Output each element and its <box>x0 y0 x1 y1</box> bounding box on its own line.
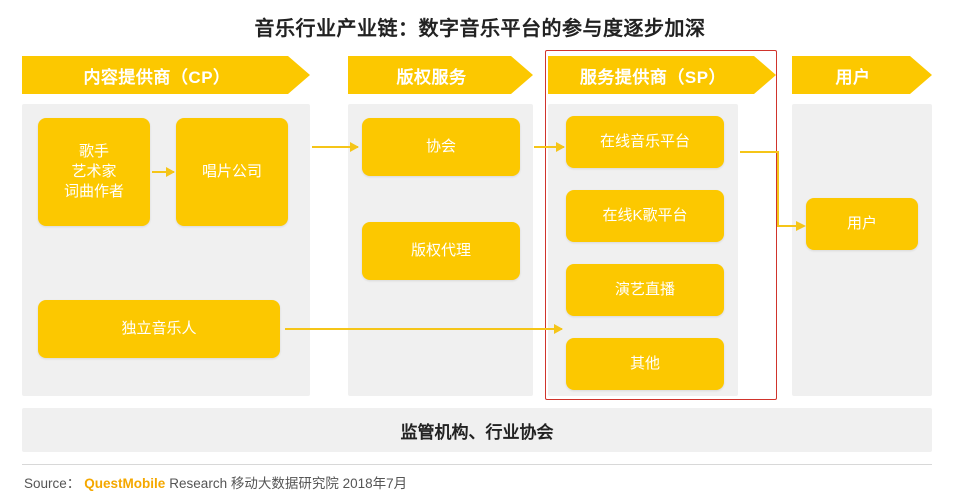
node-user: 用户 <box>806 198 918 250</box>
stage-header-copyright: 版权服务 <box>348 56 533 94</box>
source-label: Source： <box>24 476 81 491</box>
node-live-performance: 演艺直播 <box>566 264 724 316</box>
panel-user <box>792 104 932 396</box>
node-independent-musician: 独立音乐人 <box>38 300 280 358</box>
node-online-ktv-platform: 在线K歌平台 <box>566 190 724 242</box>
source-footer: Source： QuestMobile Research 移动大数据研究院 20… <box>24 472 407 492</box>
node-artist-group: 歌手 艺术家 词曲作者 <box>38 118 150 226</box>
arrow-artist-to-record-company <box>152 171 174 173</box>
node-artist-line3: 词曲作者 <box>63 183 124 201</box>
arrow-cp-to-association <box>312 146 358 148</box>
source-brand: QuestMobile <box>84 476 166 491</box>
stage-header-cp: 内容提供商（CP） <box>22 56 310 94</box>
arrow-association-to-sp <box>534 146 564 148</box>
node-association: 协会 <box>362 118 520 176</box>
footer-divider <box>22 464 932 465</box>
node-artist-line1: 歌手 <box>78 142 109 160</box>
regulatory-bar: 监管机构、行业协会 <box>22 408 932 452</box>
source-rest: Research 移动大数据研究院 2018年7月 <box>169 476 408 491</box>
arrow-indie-to-sp <box>285 328 562 330</box>
page-title: 音乐行业产业链：数字音乐平台的参与度逐步加深 <box>254 18 706 40</box>
stage-header-sp: 服务提供商（SP） <box>548 56 776 94</box>
node-record-company: 唱片公司 <box>176 118 288 226</box>
stage-header-user: 用户 <box>792 56 932 94</box>
node-other: 其他 <box>566 338 724 390</box>
node-online-music-platform: 在线音乐平台 <box>566 116 724 168</box>
node-copyright-agency: 版权代理 <box>362 222 520 280</box>
node-artist-line2: 艺术家 <box>71 162 117 180</box>
